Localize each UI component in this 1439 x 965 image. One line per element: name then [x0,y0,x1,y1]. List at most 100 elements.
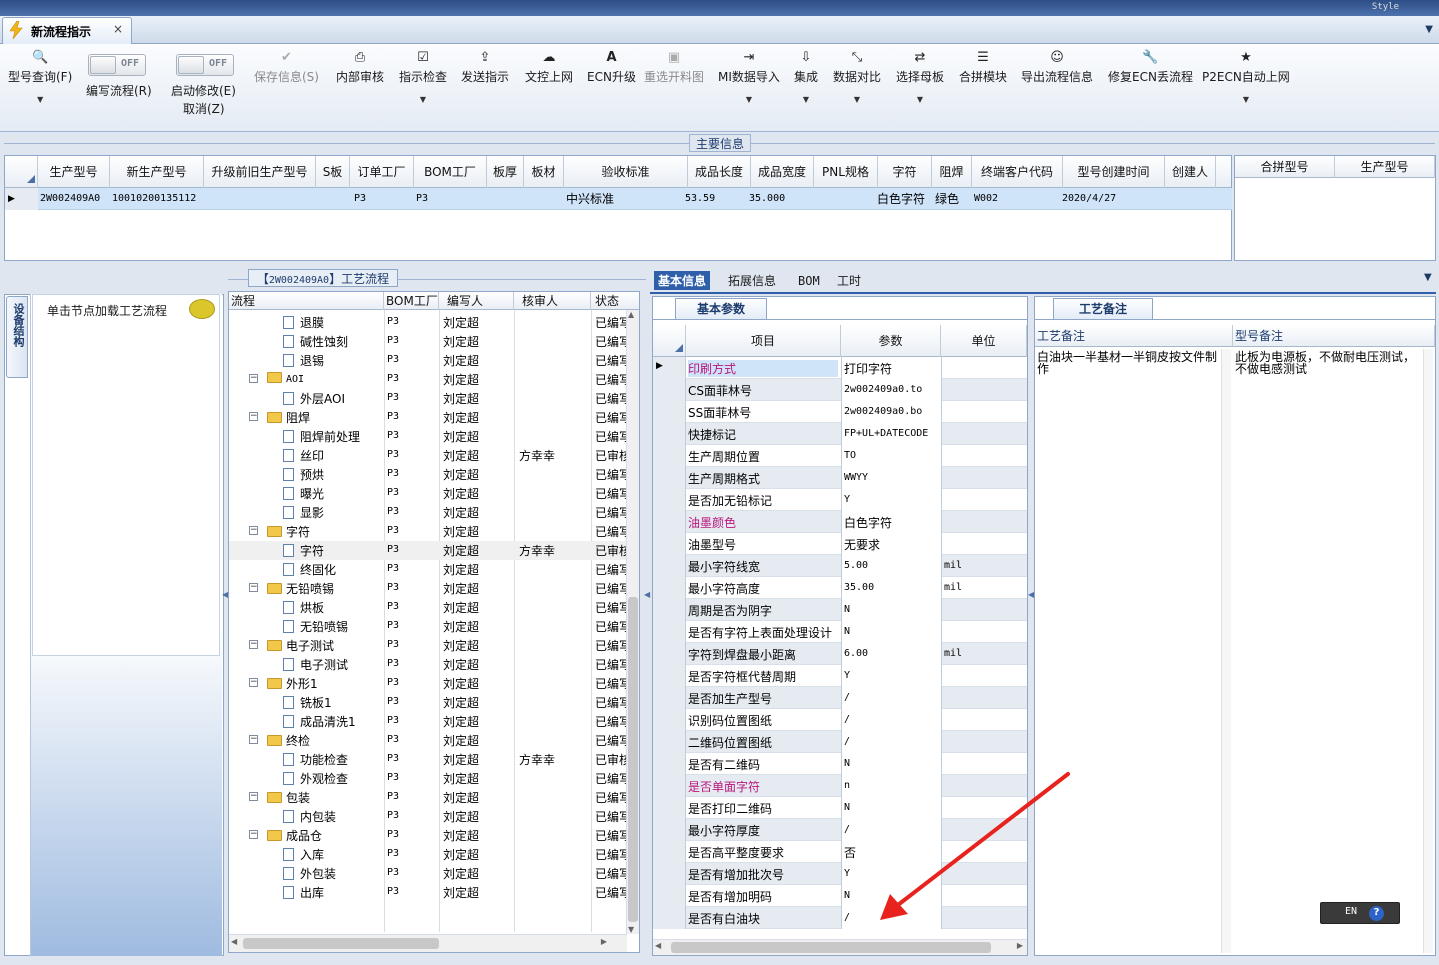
tree-horizontal-scrollbar[interactable]: ◀ ▶ [229,934,627,952]
style-menu[interactable]: Style [1372,2,1399,12]
tree-leaf-node[interactable]: 字符 P3 刘定超 方幸幸 已审核 [229,541,627,560]
doc-control-online-button[interactable]: ☁ 文控上网 [525,48,573,85]
col-thickness[interactable]: 板厚 [487,156,524,188]
tree-group-node[interactable]: − 电子测试 P3 刘定超 已编写 [229,636,627,655]
chevron-down-icon[interactable]: ▼ [833,95,881,104]
chevron-down-icon[interactable]: ▼ [399,95,447,104]
tree-leaf-node[interactable]: 成品清洗1 P3 刘定超 已编写 [229,712,627,731]
internal-review-button[interactable]: ⎙ 内部审核 [336,48,384,85]
send-instruction-button[interactable]: ⇪ 发送指示 [461,48,509,85]
col-param[interactable]: 参数 [841,325,941,357]
tree-leaf-node[interactable]: 外层AOI P3 刘定超 已编写 [229,389,627,408]
col-unit[interactable]: 单位 [941,325,1027,357]
tree-leaf-node[interactable]: 曝光 P3 刘定超 已编写 [229,484,627,503]
col-flow[interactable]: 流程 [229,292,384,310]
tree-group-node[interactable]: − 无铅喷锡 P3 刘定超 已编写 [229,579,627,598]
start-modify-toggle[interactable]: OFF [176,54,234,76]
cell-param[interactable]: FP+UL+DATECODE [841,423,941,445]
cell-param[interactable]: 35.00 [841,577,941,599]
tree-leaf-node[interactable]: 出库 P3 刘定超 已编写 [229,883,627,902]
table-row[interactable]: ▶ 2W002409A0 10010200135112 P3 P3 中兴标准 5… [5,188,1232,210]
col-author[interactable]: 编写人 [439,292,514,310]
tree-group-node[interactable]: − 字符 P3 刘定超 已编写 [229,522,627,541]
col-created-time[interactable]: 型号创建时间 [1063,156,1165,188]
col-old-model[interactable]: 升级前旧生产型号 [204,156,316,188]
tab-equipment-structure[interactable]: 设备结构 [6,296,28,378]
table-row[interactable]: 油墨颜色 白色字符 [653,511,1027,533]
collapse-arrow-icon[interactable]: ◀ [644,590,650,599]
cell-param[interactable]: Y [841,665,941,687]
table-row[interactable]: 是否字符框代替周期 Y [653,665,1027,687]
cell-param[interactable]: Y [841,489,941,511]
col-new-model[interactable]: 新生产型号 [110,156,204,188]
collapse-icon[interactable]: − [249,526,258,535]
table-row[interactable]: 字符到焊盘最小距离 6.00 mil [653,643,1027,665]
col-status[interactable]: 状态 [591,292,639,310]
tree-leaf-node[interactable]: 碱性蚀刻 P3 刘定超 已编写 [229,332,627,351]
col-length[interactable]: 成品长度 [688,156,751,188]
cell-param[interactable]: WWYY [841,467,941,489]
nav-item-load-flow[interactable]: 单击节点加载工艺流程 [32,294,220,656]
cell-param[interactable]: 白色字符 [841,511,941,533]
col-bom-factory[interactable]: BOM工厂 [414,156,487,188]
tree-leaf-node[interactable]: 入库 P3 刘定超 已编写 [229,845,627,864]
cell-param[interactable]: 6.00 [841,643,941,665]
tree-leaf-node[interactable]: 功能检查 P3 刘定超 方幸幸 已审核 [229,750,627,769]
col-s-board[interactable]: S板 [316,156,350,188]
col-legend[interactable]: 字符 [878,156,932,188]
col-model[interactable]: 生产型号 [38,156,110,188]
cell-param[interactable]: 打印字符 [841,357,941,379]
combine-module-button[interactable]: ☰ 合拼模块 [959,48,1007,85]
table-row[interactable]: 是否加生产型号 / [653,687,1027,709]
chevron-down-icon[interactable]: ▼ [718,95,780,104]
basic-params-tab[interactable]: 基本参数 [675,298,767,319]
col-solder-mask[interactable]: 阻焊 [932,156,972,188]
tree-leaf-node[interactable]: 退膜 P3 刘定超 已编写 [229,313,627,332]
collapse-icon[interactable]: − [249,830,258,839]
table-row[interactable]: 识别码位置图纸 / [653,709,1027,731]
col-order-factory[interactable]: 订单工厂 [350,156,414,188]
main-info-grid[interactable]: 生产型号 新生产型号 升级前旧生产型号 S板 订单工厂 BOM工厂 板厚 板材 … [4,155,1232,261]
model-note-text[interactable]: 此板为电源板，不做耐电压测试，不做电感测试 [1235,351,1421,375]
col-customer-code[interactable]: 终端客户代码 [972,156,1063,188]
tree-leaf-node[interactable]: 显影 P3 刘定超 已编写 [229,503,627,522]
table-row[interactable]: 生产周期格式 WWYY [653,467,1027,489]
params-horizontal-scrollbar[interactable]: ◀ ▶ [653,939,1027,955]
col-width[interactable]: 成品宽度 [751,156,814,188]
tree-leaf-node[interactable]: 烘板 P3 刘定超 已编写 [229,598,627,617]
p2ecn-auto-online-button[interactable]: ★ P2ECN自动上网 ▼ [1202,48,1290,104]
instruction-check-button[interactable]: ☑ 指示检查 ▼ [399,48,447,104]
combine-model-grid[interactable]: 合拼型号 生产型号 [1234,155,1436,261]
edit-flow-toggle[interactable]: OFF [88,54,146,76]
table-row[interactable]: 生产周期位置 TO [653,445,1027,467]
tree-leaf-node[interactable]: 无铅喷锡 P3 刘定超 已编写 [229,617,627,636]
cell-param[interactable]: TO [841,445,941,467]
note-scrollbar[interactable] [1221,349,1231,953]
col-material[interactable]: 板材 [524,156,564,188]
collapse-icon[interactable]: − [249,412,258,421]
chevron-down-icon[interactable]: ▼ [896,95,944,104]
tab-bom[interactable]: BOM [798,274,820,288]
help-icon[interactable]: ? [1369,906,1384,921]
repair-ecn-button[interactable]: 🔧 修复ECN丢流程 [1108,48,1193,85]
col-acceptance[interactable]: 验收标准 [564,156,688,188]
cell-param[interactable]: N [841,599,941,621]
tab-work-hours[interactable]: 工时 [837,272,861,289]
export-flow-info-button[interactable]: ☺ 导出流程信息 [1021,48,1093,85]
tree-group-node[interactable]: − 外形1 P3 刘定超 已编写 [229,674,627,693]
integrate-button[interactable]: ⇩ 集成 ▼ [794,48,818,104]
tree-group-node[interactable]: − AOI P3 刘定超 已编写 [229,370,627,389]
ime-language-bar[interactable]: EN ? [1320,902,1400,924]
table-row[interactable]: 最小字符线宽 5.00 mil [653,555,1027,577]
table-row[interactable]: SS面菲林号 2w002409a0.bo [653,401,1027,423]
cell-param[interactable]: / [841,731,941,753]
table-row[interactable]: 是否加无铅标记 Y [653,489,1027,511]
table-row[interactable]: ▶ 印刷方式 打印字符 [653,357,1027,379]
collapse-icon[interactable]: − [249,583,258,592]
table-row[interactable]: 油墨型号 无要求 [653,533,1027,555]
col-bom-factory[interactable]: BOM工厂 [384,292,439,310]
cell-param[interactable]: 2w002409a0.to [841,379,941,401]
process-flow-tree[interactable]: 流程 BOM工厂 编写人 核审人 状态 退膜P3刘定超已编写碱性蚀刻P3刘定超已… [228,291,640,953]
ecn-upgrade-button[interactable]: A ECN升级 [587,48,636,85]
tree-leaf-node[interactable]: 退锡 P3 刘定超 已编写 [229,351,627,370]
